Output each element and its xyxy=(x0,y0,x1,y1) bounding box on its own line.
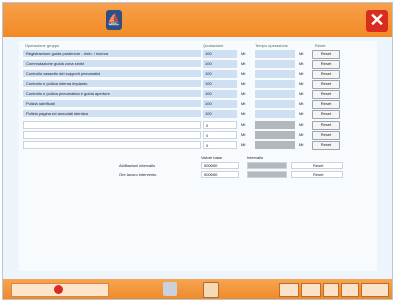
time-field[interactable] xyxy=(255,100,295,108)
summary-label: Abilitazioni intervallo xyxy=(119,163,156,168)
reset-button[interactable]: Reset xyxy=(312,70,340,79)
operation-label: Pulizia pagina ed annodati identica xyxy=(23,110,201,118)
operation-label: Commutazione guida zona sinist xyxy=(23,60,201,68)
time-field[interactable] xyxy=(255,80,295,88)
value-field[interactable]: 0 xyxy=(203,121,237,129)
unit-label: Mt xyxy=(299,61,304,66)
reset-button[interactable]: Reset xyxy=(312,50,340,59)
value-field[interactable]: 100 xyxy=(203,100,237,108)
reset-button[interactable]: Reset xyxy=(312,141,340,150)
reset-button[interactable]: Reset xyxy=(312,80,340,89)
summary-label: Ore lavoro intervento xyxy=(119,172,157,177)
operation-label[interactable] xyxy=(23,141,201,149)
value-field[interactable]: 100 xyxy=(203,70,237,78)
summary-action-label[interactable]: Reset xyxy=(313,172,323,177)
value-field[interactable]: 0 xyxy=(203,141,237,149)
operation-label: Controllo cassetto dei supporti pneumati… xyxy=(23,70,201,78)
tools-icon[interactable] xyxy=(163,282,177,296)
network-icon[interactable] xyxy=(361,283,389,297)
time-field[interactable] xyxy=(255,70,295,78)
unit-label: Mt xyxy=(241,91,246,96)
operation-label: Pulizia lubrificati xyxy=(23,100,201,108)
reset-button[interactable]: Reset xyxy=(312,60,340,69)
calendar-icon[interactable] xyxy=(341,283,359,297)
summary-action-label[interactable]: Reset xyxy=(313,163,323,168)
value-field[interactable]: 100 xyxy=(203,110,237,118)
operation-label: Registrazione guida posteriore - rimb. /… xyxy=(23,50,201,58)
unit-label: Mt xyxy=(299,91,304,96)
header-value: Quotazione xyxy=(203,43,224,48)
operation-label[interactable] xyxy=(23,121,201,129)
command-input[interactable] xyxy=(11,283,109,297)
time-field[interactable] xyxy=(255,60,295,68)
header-time: Tempo operazione xyxy=(255,43,288,48)
unit-label: Mt xyxy=(299,51,304,56)
unit-label: Mt xyxy=(299,132,304,137)
summary-header-base: Valore base xyxy=(201,155,223,160)
reset-button[interactable]: Reset xyxy=(312,131,340,140)
blue-sail-logo-icon: ⛵ xyxy=(106,10,122,30)
value-field[interactable]: 100 xyxy=(203,90,237,98)
unit-label: Mt xyxy=(241,71,246,76)
unit-label: Mt xyxy=(299,71,304,76)
reset-button[interactable]: Reset xyxy=(312,121,340,130)
time-field[interactable] xyxy=(255,50,295,58)
reset-button[interactable]: Reset xyxy=(312,90,340,99)
unit-label: Mt xyxy=(241,142,246,147)
interval-field xyxy=(247,162,287,169)
unit-label: Mt xyxy=(299,101,304,106)
unit-label: Mt xyxy=(241,101,246,106)
user-icon[interactable] xyxy=(323,283,339,297)
unit-label: Mt xyxy=(241,81,246,86)
time-field[interactable] xyxy=(255,90,295,98)
operation-label: Controllo e pulizia interna impianto xyxy=(23,80,201,88)
stop-icon[interactable] xyxy=(54,285,63,294)
value-field[interactable]: 100 xyxy=(203,80,237,88)
maintenance-panel: Operazione gruppo Quotazione Tempo opera… xyxy=(19,41,377,271)
title-bar: ⛵ ✕ xyxy=(3,3,392,37)
value-field[interactable]: 0 xyxy=(203,131,237,139)
unit-label: Mt xyxy=(241,111,246,116)
header-reset: Reset xyxy=(315,43,326,48)
time-field xyxy=(255,131,295,139)
clock-icon[interactable] xyxy=(301,283,321,297)
time-field[interactable] xyxy=(255,110,295,118)
unit-label: Mt xyxy=(299,122,304,127)
unit-label: Mt xyxy=(299,81,304,86)
unit-label: Mt xyxy=(241,132,246,137)
unit-label: Mt xyxy=(241,61,246,66)
operation-label: Controllo e pulizia pneumatica e guida a… xyxy=(23,90,201,98)
header-operation: Operazione gruppo xyxy=(25,43,60,48)
folder-icon[interactable] xyxy=(203,282,219,298)
taskbar xyxy=(3,279,392,299)
summary-value-field[interactable]: 000000 xyxy=(201,162,239,169)
summary-value-field[interactable]: 000000 xyxy=(201,171,239,178)
reset-button[interactable]: Reset xyxy=(312,110,340,119)
time-field xyxy=(255,141,295,149)
unit-label: Mt xyxy=(241,122,246,127)
summary-header-interval: Intervallo xyxy=(247,155,264,160)
value-field[interactable]: 100 xyxy=(203,60,237,68)
application-window: ⛵ ✕ Operazione gruppo Quotazione Tempo o… xyxy=(2,2,393,300)
interval-field xyxy=(247,171,287,178)
unit-label: Mt xyxy=(299,111,304,116)
hand-icon[interactable] xyxy=(279,283,299,297)
operation-label[interactable] xyxy=(23,131,201,139)
unit-label: Mt xyxy=(299,142,304,147)
reset-button[interactable]: Reset xyxy=(312,100,340,109)
value-field[interactable]: 100 xyxy=(203,50,237,58)
close-x-icon[interactable]: ✕ xyxy=(366,10,388,32)
time-field xyxy=(255,121,295,129)
unit-label: Mt xyxy=(241,51,246,56)
